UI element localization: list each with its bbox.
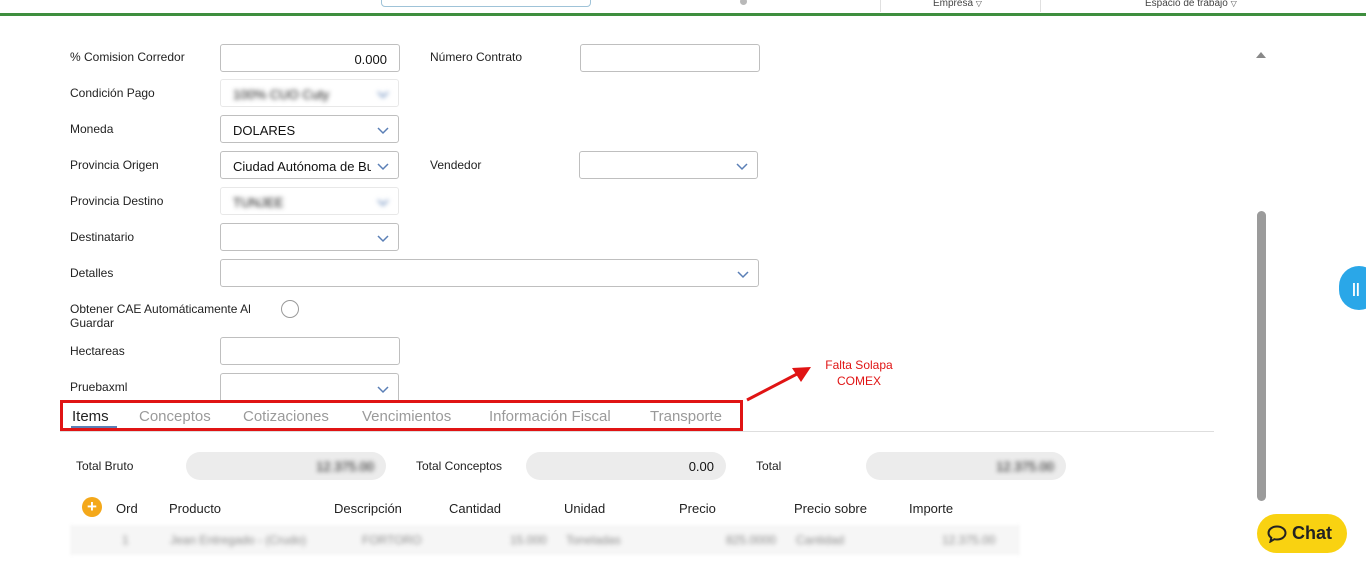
row-precio-sobre: Cantidad [796, 533, 845, 547]
column-header-precio-sobre: Precio sobre [794, 501, 867, 516]
chevron-down-icon [737, 271, 749, 279]
chevron-down-icon [377, 91, 389, 99]
destinatario-select[interactable] [220, 223, 399, 251]
chevron-down-icon [736, 163, 748, 171]
total-label: Total [756, 459, 782, 473]
vendedor-label: Vendedor [430, 158, 482, 172]
row-importe: 12.375.00 [942, 533, 996, 547]
row-cantidad: 15.000 [510, 533, 547, 547]
condicion-pago-select[interactable]: 100% CUO Cuty [220, 79, 399, 107]
row-producto: Jean Entregado - (Crudo) [170, 533, 307, 547]
header-search-input[interactable] [381, 0, 591, 7]
chevron-down-icon: ▽ [975, 0, 982, 8]
header-rule [0, 13, 1366, 16]
comision-label: % Comision Corredor [70, 50, 185, 64]
provincia-origen-label: Provincia Origen [70, 158, 159, 172]
comision-value: 0.000 [354, 52, 387, 67]
moneda-select[interactable]: DOLARES [220, 115, 399, 143]
annotation-line-2: COMEX [836, 374, 881, 388]
numero-contrato-input[interactable] [580, 44, 760, 72]
chat-button[interactable]: Chat [1257, 514, 1347, 553]
chevron-down-icon [377, 163, 389, 171]
tabs-divider [60, 431, 1214, 432]
annotation-note: Falta Solapa COMEX [810, 357, 908, 389]
total-conceptos-field: 0.00 [526, 452, 726, 480]
condicion-pago-value: 100% CUO Cuty [233, 87, 330, 102]
total-field: 12.375.00 [866, 452, 1066, 480]
total-bruto-field: 12.375.00 [186, 452, 386, 480]
chat-label: Chat [1292, 523, 1332, 543]
add-item-button[interactable]: + [82, 497, 102, 517]
total-bruto-label: Total Bruto [76, 459, 134, 473]
total-bruto-value: 12.375.00 [316, 459, 374, 474]
table-row[interactable]: 1 Jean Entregado - (Crudo) FORTORO 15.00… [70, 525, 1020, 555]
row-ord: 1 [122, 533, 129, 547]
destinatario-label: Destinatario [70, 230, 135, 244]
chat-bubble-icon [1267, 525, 1287, 543]
moneda-value: DOLARES [233, 123, 296, 138]
annotation-line-1: Falta Solapa [825, 358, 893, 372]
vendedor-select[interactable] [579, 151, 758, 179]
provincia-destino-label: Provincia Destino [70, 194, 164, 208]
total-conceptos-label: Total Conceptos [416, 459, 503, 473]
provincia-origen-value: Ciudad Autónoma de Buenos Aires [233, 159, 371, 174]
workspace-selector[interactable]: Espacio de trabajo ▽ [1145, 0, 1237, 9]
condicion-pago-label: Condición Pago [70, 86, 155, 100]
chevron-down-icon [377, 235, 389, 243]
column-header-precio: Precio [679, 501, 716, 516]
column-header-unidad: Unidad [564, 501, 606, 516]
chevron-down-icon [377, 386, 389, 394]
scroll-up-arrow-icon[interactable] [1256, 52, 1266, 58]
grip-icon: || [1352, 280, 1360, 296]
pruebaxml-label: Pruebaxml [70, 380, 128, 394]
detalles-label: Detalles [70, 266, 114, 280]
header-divider [880, 0, 881, 12]
column-header-producto: Producto [169, 501, 222, 516]
header-divider [1040, 0, 1041, 12]
pruebaxml-select[interactable] [220, 373, 399, 400]
empresa-selector[interactable]: Empresa ▽ [933, 0, 982, 9]
chevron-down-icon [377, 199, 389, 207]
annotation-highlight-box [60, 400, 743, 431]
obtener-cae-label: Obtener CAE Automáticamente Al Guardar [70, 302, 251, 330]
moneda-label: Moneda [70, 122, 114, 136]
provincia-destino-value: TUNJEE [233, 195, 284, 210]
row-descripcion: FORTORO [362, 533, 422, 547]
side-panel-handle[interactable]: || [1339, 266, 1366, 310]
hectareas-label: Hectareas [70, 344, 125, 358]
column-header-descripcion: Descripción [334, 501, 402, 516]
column-header-ord: Ord [116, 501, 138, 516]
annotation-arrow-icon [746, 367, 811, 402]
plus-circle-icon: + [87, 497, 97, 516]
column-header-cantidad: Cantidad [449, 501, 502, 516]
provincia-destino-select[interactable]: TUNJEE [220, 187, 399, 215]
workspace-label: Espacio de trabajo [1145, 0, 1228, 9]
column-header-importe: Importe [909, 501, 954, 516]
row-unidad: Toneladas [566, 533, 621, 547]
comision-input[interactable]: 0.000 [220, 44, 400, 72]
chevron-down-icon: ▽ [1230, 0, 1237, 8]
scrollbar-thumb[interactable] [1257, 211, 1266, 501]
total-conceptos-value: 0.00 [688, 459, 714, 474]
provincia-origen-select[interactable]: Ciudad Autónoma de Buenos Aires [220, 151, 399, 179]
chevron-down-icon [377, 127, 389, 135]
detalles-select[interactable] [220, 259, 759, 287]
numero-contrato-label: Número Contrato [430, 50, 523, 64]
obtener-cae-toggle[interactable] [281, 300, 299, 318]
row-precio: 825.0000 [726, 533, 777, 547]
empresa-label: Empresa [933, 0, 974, 9]
hectareas-input[interactable] [220, 337, 400, 365]
total-value: 12.375.00 [996, 459, 1054, 474]
